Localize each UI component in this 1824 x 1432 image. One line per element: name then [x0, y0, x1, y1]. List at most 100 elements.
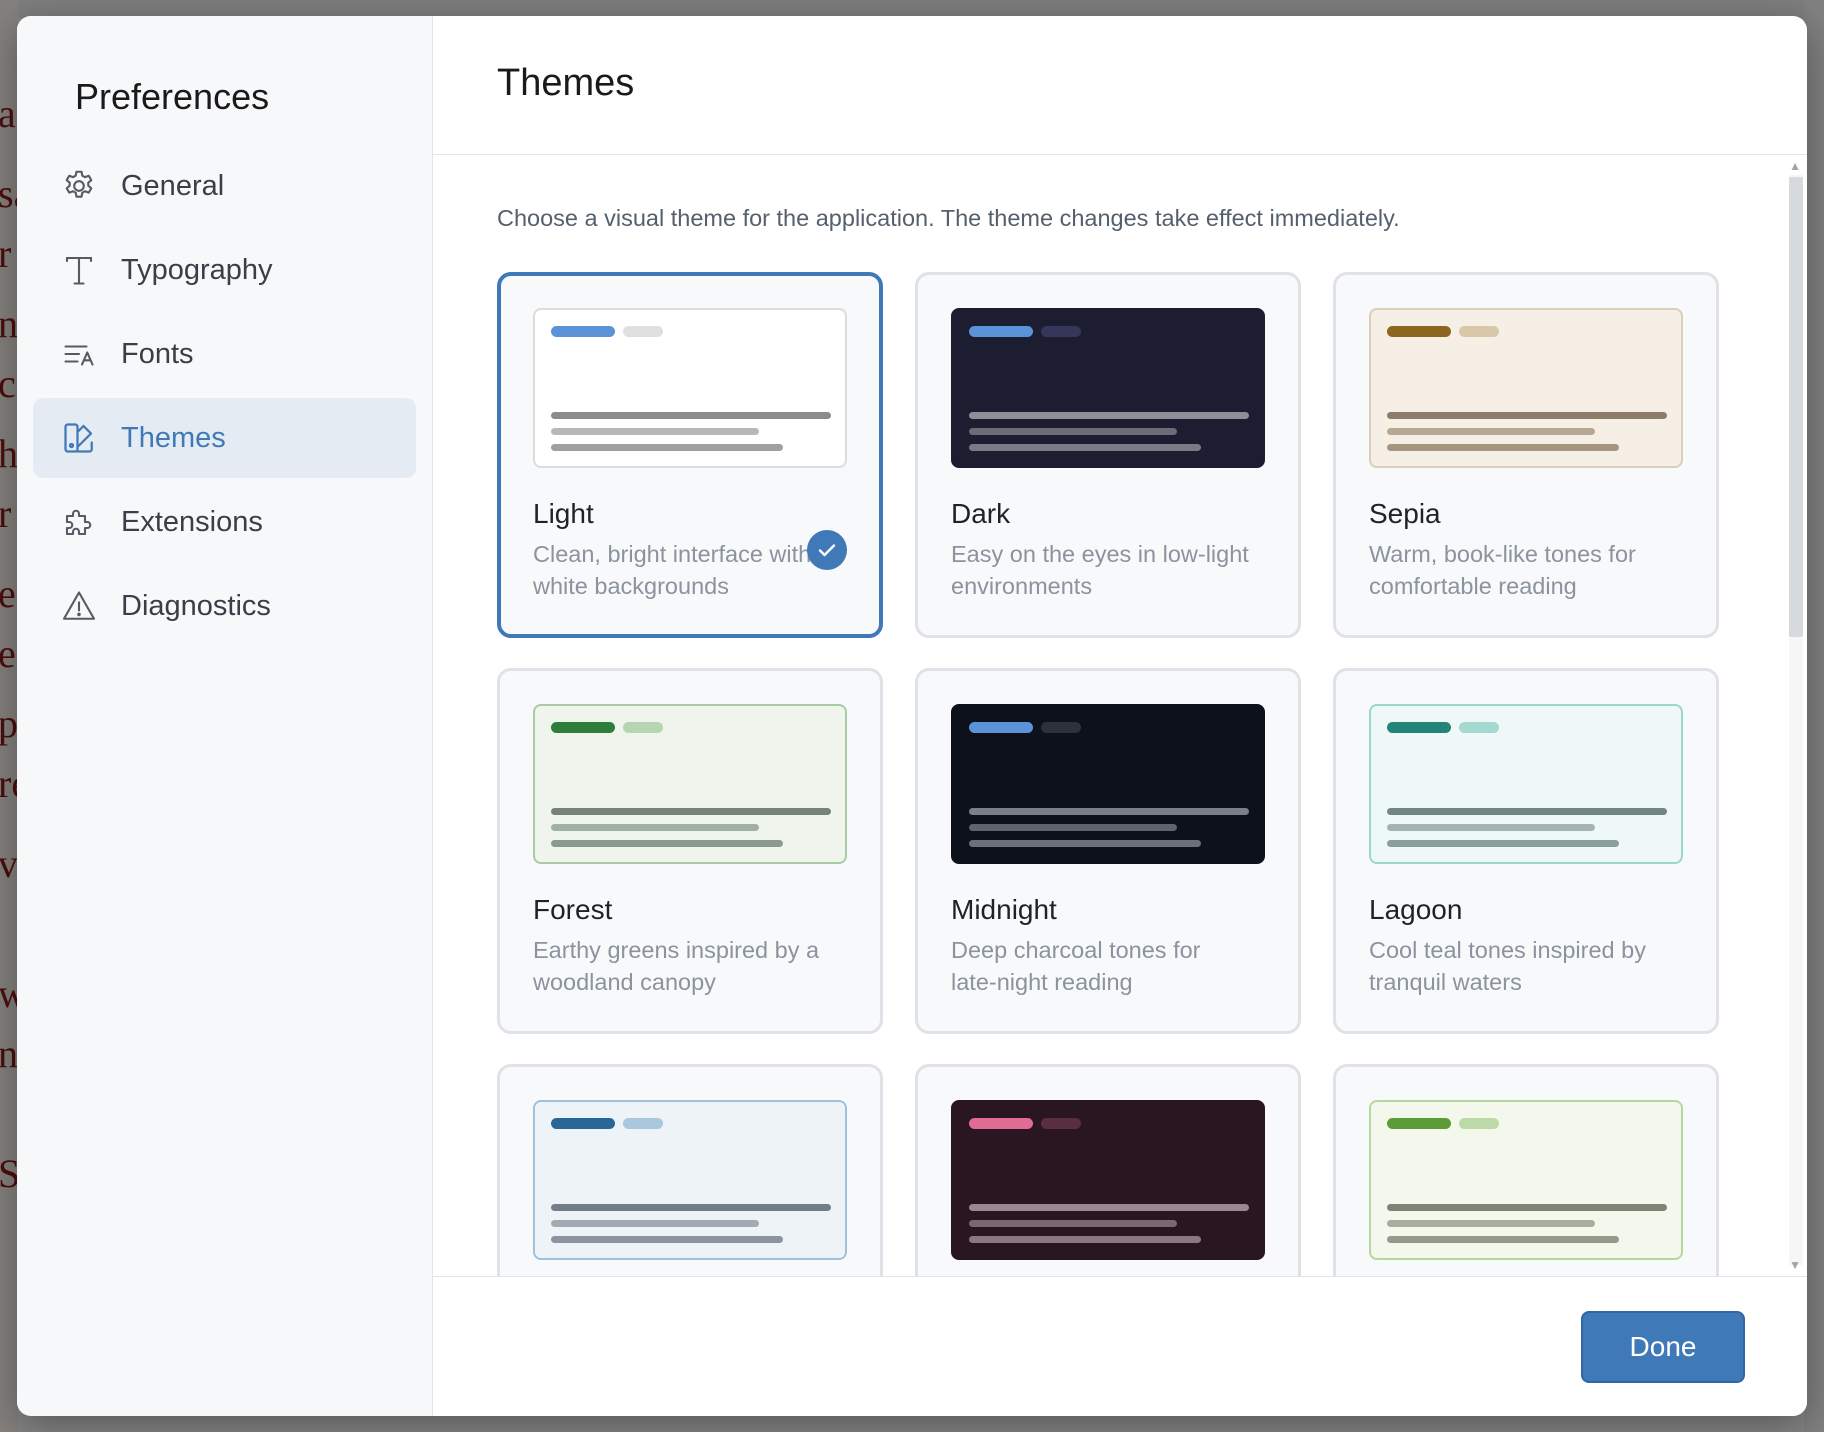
themes-panel: Themes Choose a visual theme for the app… — [433, 16, 1807, 1416]
theme-name: Sepia — [1369, 498, 1441, 529]
theme-preview — [533, 1100, 847, 1260]
done-button[interactable]: Done — [1581, 1311, 1745, 1383]
preview-pill-p2 — [623, 326, 663, 337]
preview-line-l3 — [551, 444, 783, 451]
scroll-down-arrow-icon[interactable]: ▼ — [1789, 1258, 1801, 1272]
preview-line-l1 — [551, 808, 831, 815]
preview-line-l3 — [1387, 1236, 1619, 1243]
preview-line-l2 — [969, 1220, 1177, 1227]
sidebar-item-label: Extensions — [121, 505, 263, 538]
theme-preview — [533, 704, 847, 864]
theme-name: Lagoon — [1369, 894, 1463, 925]
theme-description: Easy on the eyes in low-light environmen… — [951, 541, 1249, 599]
theme-description: Cool teal tones inspired by tranquil wat… — [1369, 937, 1646, 995]
preview-line-l1 — [1387, 412, 1667, 419]
preview-pill-p2 — [1041, 326, 1081, 337]
preview-line-l1 — [969, 808, 1249, 815]
themes-icon — [59, 418, 99, 458]
theme-grid: Light Clean, bright interface with white … — [497, 272, 1807, 1276]
preview-line-l3 — [969, 444, 1201, 451]
preview-line-l2 — [969, 824, 1177, 831]
theme-preview — [951, 1100, 1265, 1260]
theme-description: Clean, bright interface with white backg… — [533, 541, 812, 599]
preview-pill-p2 — [1459, 326, 1499, 337]
preview-pill-p1 — [1387, 722, 1451, 733]
theme-card-sepia[interactable]: Sepia Warm, book-like tones for comfortab… — [1333, 272, 1719, 638]
sidebar-title: Preferences — [75, 76, 270, 117]
preview-line-l1 — [551, 1204, 831, 1211]
theme-card-theme-8[interactable] — [915, 1064, 1301, 1276]
theme-card-lagoon[interactable]: Lagoon Cool teal tones inspired by tranqu… — [1333, 668, 1719, 1034]
themes-content[interactable]: Choose a visual theme for the applicatio… — [433, 155, 1807, 1276]
theme-preview — [1369, 1100, 1683, 1260]
preview-pill-p1 — [551, 1118, 615, 1129]
preview-line-l2 — [969, 428, 1177, 435]
preview-line-l3 — [969, 1236, 1201, 1243]
sidebar-item-label: Fonts — [121, 337, 194, 370]
sidebar-item-label: Typography — [121, 253, 273, 286]
theme-name: Forest — [533, 894, 613, 925]
sidebar-item-typography[interactable]: Typography — [33, 230, 416, 310]
preview-pill-p1 — [969, 1118, 1033, 1129]
checkmark-icon — [807, 530, 847, 570]
preview-pill-p1 — [551, 722, 615, 733]
sidebar-item-label: Diagnostics — [121, 589, 271, 622]
preview-line-l2 — [1387, 824, 1595, 831]
theme-card-theme-9[interactable] — [1333, 1064, 1719, 1276]
preview-pill-p1 — [551, 326, 615, 337]
sidebar-item-themes[interactable]: Themes — [33, 398, 416, 478]
preview-pill-p2 — [1041, 1118, 1081, 1129]
theme-preview — [1369, 704, 1683, 864]
preview-pill-p2 — [623, 722, 663, 733]
theme-card-dark[interactable]: Dark Easy on the eyes in low-light enviro… — [915, 272, 1301, 638]
preview-line-l3 — [551, 1236, 783, 1243]
theme-preview — [1369, 308, 1683, 468]
preview-line-l1 — [1387, 808, 1667, 815]
theme-preview — [951, 308, 1265, 468]
preview-pill-p2 — [1041, 722, 1081, 733]
sidebar-item-extensions[interactable]: Extensions — [33, 482, 416, 562]
theme-name: Dark — [951, 498, 1011, 529]
theme-card-theme-7[interactable] — [497, 1064, 883, 1276]
theme-name: Midnight — [951, 894, 1057, 925]
sidebar-item-label: General — [121, 169, 225, 202]
theme-card-midnight[interactable]: Midnight Deep charcoal tones for late-nig… — [915, 668, 1301, 1034]
sidebar-item-fonts[interactable]: Fonts — [33, 314, 416, 394]
scroll-up-arrow-icon[interactable]: ▲ — [1789, 159, 1801, 173]
theme-description: Warm, book-like tones for comfortable re… — [1369, 541, 1636, 599]
preview-line-l2 — [1387, 1220, 1595, 1227]
preview-line-l1 — [551, 412, 831, 419]
preview-line-l2 — [551, 1220, 759, 1227]
themes-description: Choose a visual theme for the applicatio… — [497, 205, 1400, 231]
theme-card-light[interactable]: Light Clean, bright interface with white … — [497, 272, 883, 638]
preview-pill-p1 — [969, 326, 1033, 337]
preview-line-l3 — [969, 840, 1201, 847]
panel-header: Themes — [433, 16, 1807, 155]
sidebar-item-general[interactable]: General — [33, 146, 416, 226]
preview-pill-p2 — [1459, 722, 1499, 733]
preferences-sidebar: Preferences General Typography Fonts The… — [17, 16, 433, 1416]
preview-line-l1 — [969, 1204, 1249, 1211]
fonts-icon — [59, 334, 99, 374]
preview-pill-p1 — [969, 722, 1033, 733]
typography-icon — [59, 250, 99, 290]
theme-description: Deep charcoal tones for late-night readi… — [951, 937, 1201, 995]
preview-line-l3 — [1387, 840, 1619, 847]
preview-line-l2 — [551, 428, 759, 435]
dialog-footer: Done — [433, 1276, 1807, 1416]
sidebar-item-diagnostics[interactable]: Diagnostics — [33, 566, 416, 646]
scrollbar-thumb[interactable] — [1789, 177, 1803, 637]
theme-preview — [533, 308, 847, 468]
sidebar-item-label: Themes — [121, 421, 226, 454]
theme-card-forest[interactable]: Forest Earthy greens inspired by a woodla… — [497, 668, 883, 1034]
preview-line-l1 — [969, 412, 1249, 419]
preview-pill-p1 — [1387, 326, 1451, 337]
puzzle-icon — [59, 502, 99, 542]
gear-icon — [59, 166, 99, 206]
preview-line-l3 — [1387, 444, 1619, 451]
preview-line-l3 — [551, 840, 783, 847]
preview-pill-p2 — [1459, 1118, 1499, 1129]
page-title: Themes — [497, 62, 635, 104]
preview-line-l2 — [1387, 428, 1595, 435]
preview-line-l2 — [551, 824, 759, 831]
